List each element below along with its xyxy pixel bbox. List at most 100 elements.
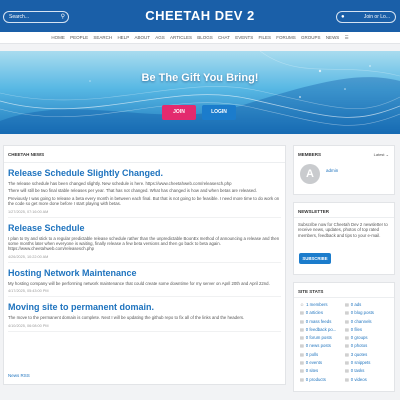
news-rss-link[interactable]: News RSS (8, 373, 30, 378)
site-stats-card: SITE STATS ☺ 1 members ▤ 0 ads ▤ 0 articles ▤ 0… (293, 282, 395, 392)
join-or-login-button[interactable]: ● Join or Lo... (336, 11, 396, 23)
hero-join-button[interactable]: JOIN (162, 105, 196, 120)
stat-icon: ▤ (345, 351, 349, 357)
members-filter-dropdown[interactable]: Latest ⌄ (374, 152, 389, 157)
site-stat-item[interactable]: ▤ 0 blog posts (345, 310, 390, 315)
news-card-title: CHEETAH NEWS (4, 146, 285, 163)
stat-icon: ▤ (345, 360, 349, 366)
stat-label: 0 polls (305, 351, 319, 357)
site-stats-title: SITE STATS (294, 283, 394, 298)
stat-icon: ▤ (300, 351, 304, 357)
nav-blogs[interactable]: BLOGS (197, 35, 213, 40)
news-post: Release Schedule Slightly Changed. The r… (4, 168, 285, 218)
news-post-title[interactable]: Moving site to permanent domain. (8, 302, 281, 313)
nav-about[interactable]: ABOUT (134, 35, 150, 40)
site-stat-item[interactable]: ▤ 0 polls (300, 352, 345, 357)
nav-groups[interactable]: GROUPS (301, 35, 321, 40)
hero-banner: Be The Gift You Bring! (0, 51, 400, 134)
nav-news[interactable]: NEWS (326, 35, 340, 40)
site-stat-item[interactable]: ▤ 0 videos (345, 377, 390, 382)
members-card: MEMBERS Latest ⌄ A admin (293, 145, 395, 195)
news-post-date: 4/17/2025, 05:43:00 PM (8, 289, 281, 298)
stat-icon: ▤ (345, 310, 349, 316)
stat-icon: ▤ (345, 326, 349, 332)
stat-label: 0 snippets (350, 360, 371, 366)
nav-help[interactable]: HELP (117, 35, 129, 40)
nav-search[interactable]: SEARCH (93, 35, 112, 40)
nav-events[interactable]: EVENTS (235, 35, 253, 40)
nav-more-icon[interactable]: ☰ (345, 35, 349, 40)
newsletter-card: NEWSLETTER Subscribe now for Cheetah Dev… (293, 202, 395, 275)
stat-label: 0 forum posts (305, 335, 332, 341)
news-post-title[interactable]: Release Schedule (8, 223, 281, 234)
news-card: CHEETAH NEWS Release Schedule Slightly C… (3, 145, 286, 385)
stat-icon: ▤ (345, 376, 349, 382)
news-post-body: The release schedule has been changed sl… (8, 181, 232, 186)
user-icon: ● (341, 14, 345, 20)
nav-chat[interactable]: CHAT (218, 35, 230, 40)
site-stat-item[interactable]: ▤ 0 groups (345, 335, 390, 340)
stat-label: 0 photos (350, 343, 368, 349)
news-post-date: 4/10/2025, 06:08:00 PM (8, 324, 281, 332)
site-stat-item[interactable]: ▤ 0 news posts (300, 343, 345, 348)
nav-home[interactable]: HOME (51, 35, 65, 40)
nav-people[interactable]: PEOPLE (70, 35, 88, 40)
site-stat-item[interactable]: ▤ 0 mass feeds (300, 319, 345, 324)
avatar[interactable]: A (300, 164, 320, 184)
news-post-body: My hosting company will be performing ne… (8, 280, 270, 286)
stat-icon: ▤ (345, 335, 349, 341)
site-stat-item[interactable]: ▤ 0 products (300, 377, 345, 382)
news-post-date: 1/27/2025, 07:16:00 AM (8, 210, 281, 218)
news-post-body: There will still be two final stable rel… (8, 188, 257, 194)
stat-icon: ▤ (345, 318, 349, 324)
stat-label: 0 feedback po... (305, 326, 337, 332)
site-stat-item[interactable]: ▤ 3 quotes (345, 352, 390, 357)
news-post-date: 4/26/2025, 10:22:00 AM (8, 255, 281, 263)
site-stat-item[interactable]: ▤ 0 tasks (345, 368, 390, 373)
subscribe-button[interactable]: SUBSCRIBE (299, 253, 331, 264)
news-post-title[interactable]: Hosting Network Maintenance (8, 268, 281, 279)
nav-files[interactable]: FILES (258, 35, 271, 40)
site-stat-item[interactable]: ▤ 0 events (300, 360, 345, 365)
stat-label: 0 tasks (350, 368, 365, 374)
stat-label: 0 groups (350, 335, 368, 341)
hero-wave-graphic (0, 51, 400, 134)
member-name-link[interactable]: admin (326, 168, 338, 173)
news-post-title[interactable]: Release Schedule Slightly Changed. (8, 168, 281, 179)
stat-label: 0 articles (305, 310, 323, 316)
newsletter-text: Subscribe now for Cheetah Dev 2 newslett… (298, 222, 388, 238)
stat-label: 0 channels (350, 318, 372, 324)
nav-ags[interactable]: AGS (155, 35, 165, 40)
site-stat-item[interactable]: ▤ 0 forum posts (300, 335, 345, 340)
stat-icon: ▤ (345, 368, 349, 374)
site-stats-grid: ☺ 1 members ▤ 0 ads ▤ 0 articles ▤ 0 blog posts… (294, 298, 394, 382)
stat-label: 0 news posts (305, 343, 331, 349)
site-stat-item[interactable]: ▤ 0 articles (300, 310, 345, 315)
site-stat-item[interactable]: ☺ 1 members (300, 302, 345, 307)
join-or-login-label: Join or Lo... (363, 14, 390, 20)
site-stat-item[interactable]: ▤ 0 sites (300, 368, 345, 373)
news-post-body: I plan to try and stick to a regular pre… (8, 235, 280, 252)
site-stat-item[interactable]: ▤ 0 channels (345, 319, 390, 324)
site-stat-item[interactable]: ▤ 0 files (345, 327, 390, 332)
nav-articles[interactable]: ARTICLES (170, 35, 192, 40)
site-stat-item[interactable]: ▤ 0 feedback po... (300, 327, 345, 332)
stat-label: 0 videos (350, 376, 367, 382)
news-post: Hosting Network Maintenance My hosting c… (4, 268, 285, 298)
stat-label: 0 events (305, 360, 323, 366)
top-header: Search... ⚲ CHEETAH DEV 2 ● Join or Lo..… (0, 0, 400, 32)
stat-icon: ▤ (345, 343, 349, 349)
hero-login-button[interactable]: LOGIN (202, 105, 236, 120)
nav-forums[interactable]: FORUMS (276, 35, 296, 40)
stat-icon: ▤ (300, 360, 304, 366)
site-stat-item[interactable]: ▤ 0 snippets (345, 360, 390, 365)
stat-icon: ▤ (300, 343, 304, 349)
stat-icon: ▤ (300, 376, 304, 382)
stat-icon: ▤ (300, 335, 304, 341)
news-post-body: Previously I was going to release a beta… (8, 195, 280, 207)
stat-icon: ▤ (300, 368, 304, 374)
stat-icon: ▤ (300, 318, 304, 324)
stat-label: 0 mass feeds (305, 318, 332, 324)
site-stat-item[interactable]: ▤ 0 photos (345, 343, 390, 348)
site-stat-item[interactable]: ▤ 0 ads (345, 302, 390, 307)
